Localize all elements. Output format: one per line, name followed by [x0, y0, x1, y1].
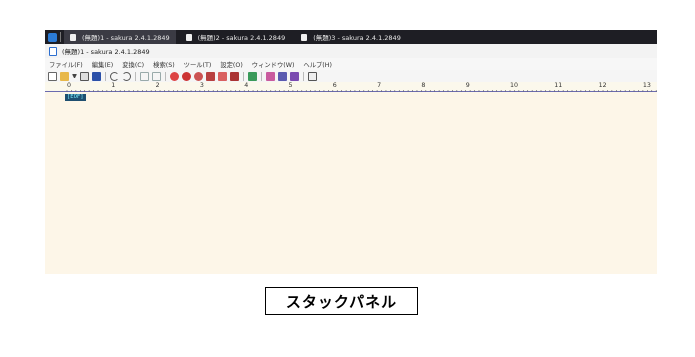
taskbar-tab-3[interactable]: (無題)3 - sakura 2.4.1.2849 — [295, 30, 407, 44]
caption-text: スタックパネル — [285, 292, 398, 311]
ruler-number: 7 — [377, 82, 382, 89]
menu-convert[interactable]: 変換(C) — [122, 60, 144, 69]
document-icon — [301, 33, 308, 41]
ruler-number: 4 — [244, 82, 249, 89]
document-icon — [70, 33, 76, 41]
menu-file[interactable]: ファイル(F) — [49, 60, 83, 69]
dropdown-arrow-icon[interactable] — [72, 74, 77, 78]
ruler-number: 12 — [598, 82, 607, 89]
save-as-icon[interactable] — [92, 71, 101, 81]
replace-icon[interactable] — [206, 71, 215, 81]
ruler-number: 1 — [111, 82, 116, 89]
ruler-number: 3 — [199, 82, 204, 89]
toolbar-separator — [165, 71, 166, 81]
menu-tools[interactable]: ツール(T) — [184, 60, 212, 69]
back-icon[interactable] — [140, 71, 149, 81]
compare-icon[interactable] — [278, 71, 287, 81]
eof-marker: [EOF] — [65, 94, 86, 101]
text-editor[interactable]: [EOF] — [45, 92, 657, 274]
toolbar — [45, 70, 657, 82]
search-prev-icon[interactable] — [170, 71, 179, 81]
new-file-icon[interactable] — [48, 71, 57, 81]
tag-jump-icon[interactable] — [248, 71, 257, 81]
settings-icon[interactable] — [308, 71, 317, 81]
ruler-number: 8 — [421, 82, 426, 89]
ruler-number: 9 — [465, 82, 470, 89]
outline-icon[interactable] — [266, 71, 275, 81]
menu-settings[interactable]: 設定(O) — [220, 60, 242, 69]
ruler-ticks — [66, 90, 657, 92]
toolbar-separator — [105, 71, 106, 81]
menu-search[interactable]: 検索(S) — [153, 60, 175, 69]
taskbar-tab-label: (無題)1 - sakura 2.4.1.2849 — [82, 34, 170, 42]
ruler-number: 11 — [554, 82, 563, 89]
grep-icon[interactable] — [218, 71, 227, 81]
document-icon — [185, 33, 192, 41]
menu-bar: ファイル(F) 編集(E) 変換(C) 検索(S) ツール(T) 設定(O) ウ… — [45, 58, 657, 70]
menu-edit[interactable]: 編集(E) — [92, 60, 114, 69]
app-icon[interactable] — [48, 32, 57, 42]
taskbar-tab-label: (無題)3 - sakura 2.4.1.2849 — [313, 34, 401, 42]
ruler-number: 6 — [332, 82, 337, 89]
window-title: (無題)1 - sakura 2.4.1.2849 — [62, 48, 150, 56]
ruler-number: 5 — [288, 82, 293, 89]
toolbar-separator — [303, 71, 304, 81]
app-frame: (無題)1 - sakura 2.4.1.2849 (無題)2 - sakura… — [45, 30, 657, 274]
search-icon[interactable] — [194, 71, 203, 81]
menu-window[interactable]: ウィンドウ(W) — [252, 60, 295, 69]
taskbar-tab-2[interactable]: (無題)2 - sakura 2.4.1.2849 — [180, 30, 292, 44]
sakura-app-icon — [49, 46, 57, 56]
ruler-number: 2 — [155, 82, 160, 89]
print-icon[interactable] — [290, 71, 299, 81]
bookmark-icon[interactable] — [230, 71, 239, 81]
toolbar-separator — [243, 71, 244, 81]
ruler-number: 10 — [510, 82, 519, 89]
taskbar: (無題)1 - sakura 2.4.1.2849 (無題)2 - sakura… — [45, 30, 657, 44]
taskbar-separator — [60, 32, 61, 42]
menu-help[interactable]: ヘルプ(H) — [303, 60, 332, 69]
ruler-number: 0 — [67, 82, 72, 89]
redo-icon[interactable] — [122, 71, 131, 81]
caption-label: スタックパネル — [265, 287, 418, 315]
column-ruler: 0 1 2 3 4 5 6 7 8 9 10 11 12 13 — [45, 82, 657, 92]
search-next-icon[interactable] — [182, 71, 191, 81]
taskbar-tab-label: (無題)2 - sakura 2.4.1.2849 — [197, 34, 286, 42]
save-icon[interactable] — [80, 71, 89, 81]
toolbar-separator — [135, 71, 136, 81]
undo-icon[interactable] — [110, 71, 119, 81]
taskbar-tab-1[interactable]: (無題)1 - sakura 2.4.1.2849 — [64, 30, 176, 44]
open-folder-icon[interactable] — [60, 71, 69, 81]
ruler-number: 13 — [642, 82, 651, 89]
toolbar-separator — [261, 71, 262, 81]
window-titlebar: (無題)1 - sakura 2.4.1.2849 — [45, 44, 657, 58]
forward-icon[interactable] — [152, 71, 161, 81]
